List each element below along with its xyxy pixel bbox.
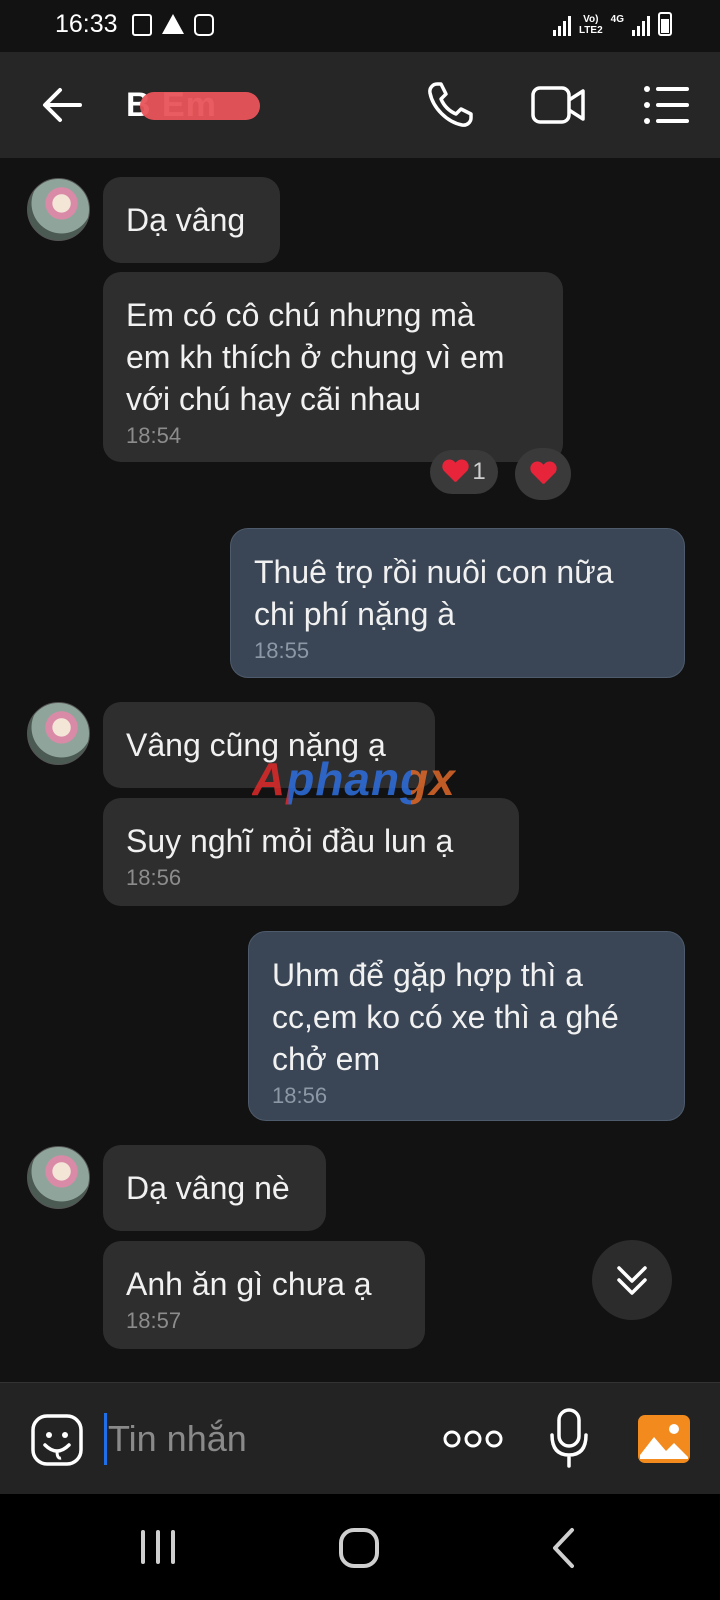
message-text: Uhm để gặp hợp thì a cc,em ko có xe thì …: [272, 957, 619, 1077]
notification-icons: [132, 14, 214, 36]
chat-header: B Em: [0, 52, 720, 158]
watermark-logo: Aphangx: [252, 753, 456, 805]
name-redaction: [140, 92, 260, 120]
message-bubble[interactable]: Dạ vâng nè: [103, 1145, 326, 1231]
message-composer: [0, 1382, 720, 1494]
battery-icon: [658, 12, 672, 36]
home-icon[interactable]: [338, 1527, 380, 1569]
message-bubble[interactable]: Suy nghĩ mỏi đầu lun ạ 18:56: [103, 798, 519, 906]
phone-call-icon[interactable]: [425, 80, 475, 130]
message-time: 18:54: [126, 423, 182, 448]
message-text: Suy nghĩ mỏi đầu lun ạ: [126, 823, 454, 859]
add-reaction-button[interactable]: [515, 448, 571, 500]
message-bubble[interactable]: Thuê trọ rồi nuôi con nữa chi phí nặng à…: [230, 528, 685, 678]
contact-avatar[interactable]: [27, 178, 90, 241]
message-text: Em có cô chú nhưng mà em kh thích ở chun…: [126, 297, 505, 417]
message-bubble[interactable]: Dạ vâng: [103, 177, 280, 263]
contact-avatar[interactable]: [27, 702, 90, 765]
recent-apps-icon[interactable]: [138, 1527, 178, 1567]
system-navigation-bar: [0, 1494, 720, 1600]
signal-1-icon: [552, 14, 571, 36]
heart-icon: [530, 462, 556, 486]
message-time: 18:56: [272, 1083, 328, 1108]
text-cursor: [104, 1413, 107, 1465]
message-time: 18:57: [126, 1308, 182, 1333]
heart-icon: [442, 460, 468, 484]
back-arrow-icon[interactable]: [40, 82, 86, 128]
image-gallery-icon[interactable]: [636, 1413, 692, 1465]
chevron-double-down-icon: [617, 1266, 647, 1295]
nav-back-icon[interactable]: [548, 1527, 578, 1569]
more-options-icon[interactable]: [443, 1427, 503, 1451]
microphone-icon[interactable]: [548, 1407, 590, 1469]
message-bubble[interactable]: Em có cô chú nhưng mà em kh thích ở chun…: [103, 272, 563, 462]
app-notification-icon: [194, 14, 214, 36]
gallery-notification-icon: [132, 14, 152, 36]
system-status-icons: Vo) LTE2 4G: [552, 12, 672, 36]
message-list[interactable]: Dạ vâng Em có cô chú nhưng mà em kh thíc…: [0, 158, 720, 1382]
message-text: Dạ vâng: [126, 202, 246, 238]
signal-2-icon: [632, 14, 650, 36]
contact-avatar[interactable]: [27, 1146, 90, 1209]
video-call-icon[interactable]: [530, 82, 586, 128]
volte-label: Vo) LTE2: [578, 14, 603, 36]
message-time: 18:56: [126, 865, 182, 890]
reaction-count-badge[interactable]: 1: [430, 450, 498, 494]
reaction-count: 1: [472, 458, 486, 485]
status-bar: 16:33 Vo) LTE2 4G: [0, 0, 720, 52]
message-text: Anh ăn gì chưa ạ: [126, 1266, 372, 1302]
message-bubble[interactable]: Anh ăn gì chưa ạ 18:57: [103, 1241, 425, 1349]
status-time: 16:33: [55, 10, 118, 38]
message-input[interactable]: [108, 1409, 408, 1469]
message-time: 18:55: [254, 638, 310, 663]
message-text: Thuê trọ rồi nuôi con nữa chi phí nặng à: [254, 554, 614, 632]
message-bubble[interactable]: Uhm để gặp hợp thì a cc,em ko có xe thì …: [248, 931, 685, 1121]
scroll-to-bottom-button[interactable]: [592, 1240, 672, 1320]
message-text: Dạ vâng nè: [126, 1170, 290, 1206]
menu-icon[interactable]: [643, 84, 691, 126]
warning-notification-icon: [162, 14, 184, 34]
sticker-emoji-icon[interactable]: [30, 1413, 84, 1467]
network-type-label: 4G: [610, 14, 624, 25]
